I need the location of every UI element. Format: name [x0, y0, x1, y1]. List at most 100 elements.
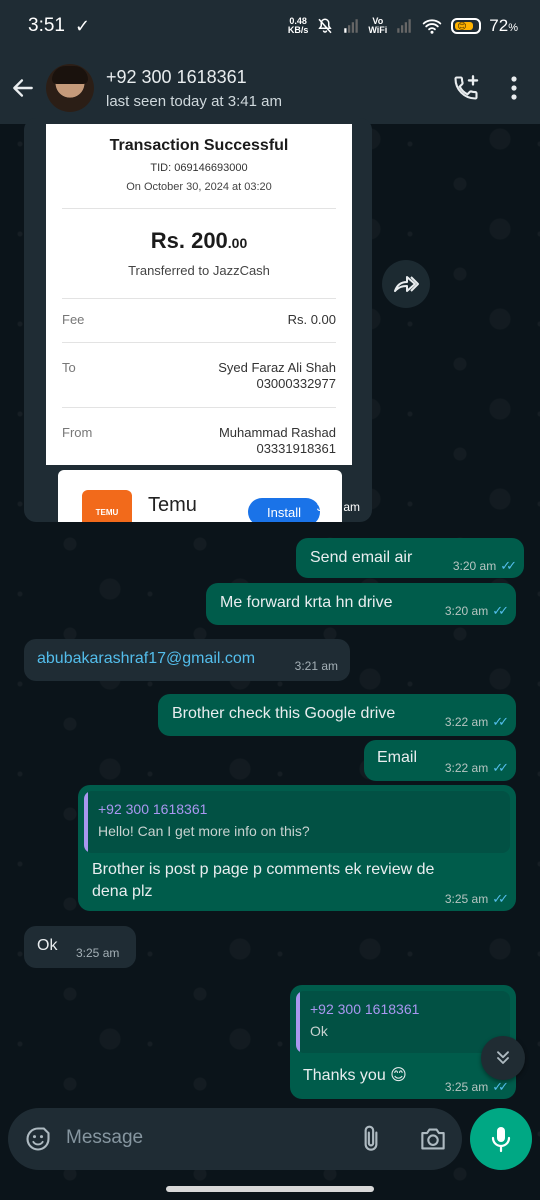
receipt-title: Transaction Successful: [109, 137, 289, 154]
temu-logo: TEMU: [82, 490, 132, 522]
outgoing-message[interactable]: Brother check this Google drive 3:22 am ✓…: [158, 694, 516, 736]
quoted-text: Hello! Can I get more info on this?: [98, 823, 310, 839]
microphone-icon: [491, 1127, 511, 1153]
read-ticks-icon: ✓✓: [492, 760, 509, 775]
receipt-from-name: Muhammad Rashad: [218, 425, 336, 440]
message-meta: 3:20 am ✓✓: [444, 603, 509, 619]
message-text: Me forward krta hn drive: [220, 594, 393, 611]
receipt-from-label: From: [62, 425, 93, 440]
status-bar: 3:51 ✓ 0.48 KB/s Vo WiFi 😊 72%: [0, 0, 540, 52]
outgoing-reply-message[interactable]: +92 300 1618361 Hello! Can I get more in…: [78, 785, 516, 911]
receipt-fee-value: Rs. 0.00: [287, 312, 336, 327]
receipt-image[interactable]: Transaction Successful TID: 069146693000…: [46, 124, 352, 465]
message-meta: 3:22 am ✓✓: [444, 714, 509, 730]
receipt-divider: [62, 208, 336, 209]
status-icons: 0.48 KB/s Vo WiFi 😊 72%: [288, 16, 518, 36]
message-input[interactable]: [66, 1127, 336, 1149]
scroll-to-bottom-button[interactable]: [481, 1036, 525, 1080]
header-actions: [452, 74, 540, 102]
voice-message-button[interactable]: [470, 1108, 532, 1170]
email-link[interactable]: abubakarashraf17@gmail.com: [37, 650, 255, 668]
message-text: Brother check this Google drive: [172, 705, 396, 722]
download-done-icon: ✓: [74, 15, 91, 36]
emoji-sticker-icon[interactable]: [24, 1125, 52, 1153]
contact-info[interactable]: +92 300 1618361 last seen today at 3:41 …: [106, 67, 282, 110]
receipt-amount-decimal: .00: [227, 235, 248, 251]
message-time: 3:20 am: [316, 500, 360, 514]
receipt-to-value: Syed Faraz Ali Shah 03000332977: [218, 360, 336, 392]
network-speed-unit: KB/s: [287, 25, 309, 35]
outgoing-reply-message[interactable]: +92 300 1618361 Ok Thanks you 😊 3:25 am ✓…: [290, 985, 516, 1099]
read-ticks-icon: ✓✓: [500, 558, 517, 573]
message-meta: 3:20 am ✓✓: [452, 558, 517, 574]
network-speed: 0.48 KB/s: [288, 17, 309, 35]
receipt-from-number: 03331918361: [256, 441, 336, 456]
install-button: Install: [248, 498, 320, 522]
more-options-icon[interactable]: [510, 75, 518, 101]
receipt-fee-label: Fee: [62, 312, 85, 327]
message-time: 3:22 am: [444, 715, 489, 729]
message-time: 3:20 am: [444, 604, 489, 618]
quoted-message[interactable]: +92 300 1618361 Hello! Can I get more in…: [84, 791, 510, 853]
message-time: 3:22 am: [444, 761, 489, 775]
message-text-line-2: dena plz: [92, 883, 153, 900]
gesture-nav-handle[interactable]: [166, 1186, 374, 1192]
add-call-icon[interactable]: [452, 74, 480, 102]
message-text-content: Thanks you: [303, 1067, 386, 1084]
receipt-tid: TID: 069146693000: [150, 162, 248, 174]
image-message-receipt[interactable]: Transaction Successful TID: 069146693000…: [24, 118, 372, 522]
incoming-message[interactable]: Ok 3:25 am: [24, 926, 136, 968]
receipt-divider: [62, 298, 336, 299]
message-time: 3:25 am: [444, 1080, 489, 1094]
outgoing-message[interactable]: Email 3:22 am ✓✓: [364, 740, 516, 781]
read-ticks-icon: ✓✓: [492, 603, 509, 618]
avatar[interactable]: [46, 64, 94, 112]
message-text: Send email air: [310, 549, 413, 566]
message-meta: 3:25 am ✓✓: [444, 891, 509, 907]
double-chevron-down-icon: [497, 1051, 509, 1064]
battery-percent: 72%: [489, 16, 518, 36]
message-meta: 3:21 am: [295, 659, 338, 673]
battery-level: 72: [489, 16, 509, 35]
vowifi-indicator: Vo WiFi: [368, 17, 387, 35]
receipt-to-label: To: [62, 360, 76, 375]
quoted-text: Ok: [310, 1023, 328, 1039]
signal-icon: [344, 19, 359, 33]
incoming-message[interactable]: abubakarashraf17@gmail.com 3:21 am: [24, 639, 350, 681]
forward-icon: [394, 276, 419, 292]
temu-ad-banner: TEMU Temu Install: [58, 470, 342, 522]
battery-unit: %: [508, 22, 518, 34]
read-ticks-icon: ✓✓: [492, 714, 509, 729]
read-ticks-icon: ✓✓: [492, 891, 509, 906]
back-button[interactable]: [0, 52, 46, 124]
read-ticks-icon: ✓✓: [492, 1079, 509, 1094]
temu-brand-name: Temu: [148, 494, 197, 516]
vowifi-bottom: WiFi: [368, 25, 388, 35]
receipt-date: On October 30, 2024 at 03:20: [126, 181, 272, 193]
message-text: Thanks you 😊: [303, 1065, 407, 1085]
message-composer: [8, 1108, 462, 1170]
quoted-sender: +92 300 1618361: [98, 801, 208, 817]
last-seen-status: last seen today at 3:41 am: [106, 92, 282, 110]
contact-name: +92 300 1618361: [106, 66, 247, 87]
outgoing-message[interactable]: Send email air 3:20 am ✓✓: [296, 538, 524, 578]
quoted-sender: +92 300 1618361: [310, 1001, 420, 1017]
receipt-divider: [62, 407, 336, 408]
message-time: 3:25 am: [444, 892, 489, 906]
message-time: 3:20 am: [452, 559, 497, 573]
receipt-transfer-note: Transferred to JazzCash: [128, 263, 270, 278]
receipt-from-value: Muhammad Rashad 03331918361: [219, 425, 336, 457]
camera-icon[interactable]: [418, 1126, 448, 1152]
receipt-to-number: 03000332977: [256, 376, 336, 391]
receipt-divider: [62, 342, 336, 343]
quoted-message[interactable]: +92 300 1618361 Ok: [296, 991, 510, 1053]
receipt-to-name: Syed Faraz Ali Shah: [218, 360, 336, 375]
chat-header: +92 300 1618361 last seen today at 3:41 …: [0, 52, 540, 124]
arrow-left-icon: [13, 79, 33, 97]
message-time: 3:25 am: [76, 946, 120, 960]
outgoing-message[interactable]: Me forward krta hn drive 3:20 am ✓✓: [206, 583, 516, 625]
forward-button[interactable]: [382, 260, 430, 308]
attach-icon[interactable]: [358, 1124, 384, 1154]
receipt-amount: Rs. 200.00: [46, 228, 352, 254]
message-text: Email: [377, 749, 418, 766]
